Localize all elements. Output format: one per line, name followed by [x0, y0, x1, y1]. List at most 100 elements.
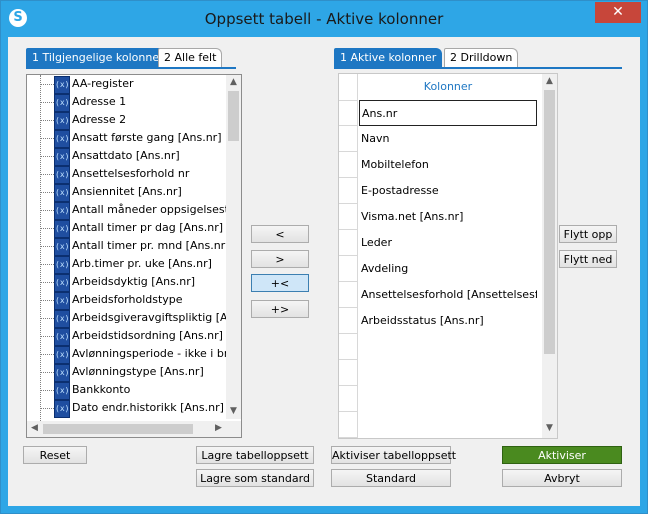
row-header[interactable]	[339, 360, 358, 386]
tree-connector	[40, 264, 54, 265]
field-type-icon: (x)	[54, 94, 70, 112]
list-item[interactable]: (x) Ansatt første gang [Ans.nr]	[27, 129, 227, 148]
list-item-label: Arbeidstidsordning [Ans.nr]	[72, 329, 223, 342]
tree-connector	[40, 84, 54, 85]
list-item[interactable]: (x) Ansattdato [Ans.nr]	[27, 147, 227, 166]
list-item-label: Avlønningsperiode - ikke i bruk [A	[72, 347, 242, 360]
title-bar[interactable]: S Oppsett tabell - Aktive kolonner ✕	[1, 1, 647, 37]
list-item[interactable]: (x) Avlønningsperiode - ikke i bruk [A	[27, 345, 241, 364]
scroll-right-icon[interactable]: ▶	[211, 421, 226, 436]
scroll-down-icon[interactable]: ▼	[226, 404, 241, 419]
tree-vertical-scrollbar[interactable]: ▲ ▼	[226, 75, 241, 419]
cancel-button[interactable]: Avbryt	[502, 469, 622, 487]
tree-connector	[40, 138, 54, 139]
list-item[interactable]: (x) Bankkonto	[27, 381, 227, 400]
move-all-right-button[interactable]: +>	[251, 300, 309, 318]
left-tabstrip: 1 Tilgjengelige kolonner 2 Alle felt	[26, 48, 246, 68]
grid-scroll-down-icon[interactable]: ▼	[542, 421, 557, 436]
hscroll-thumb[interactable]	[43, 424, 193, 434]
scroll-left-icon[interactable]: ◀	[27, 421, 42, 436]
row-header[interactable]	[339, 386, 358, 412]
list-item[interactable]: (x) Arbeidstidsordning [Ans.nr]	[27, 327, 227, 346]
table-row[interactable]: Avdeling	[359, 256, 537, 282]
table-row[interactable]: Visma.net [Ans.nr]	[359, 204, 537, 230]
row-header[interactable]	[339, 308, 358, 334]
table-row[interactable]: Ans.nr	[359, 100, 537, 126]
field-type-icon: (x)	[54, 328, 70, 346]
list-item[interactable]: (x) Adresse 2	[27, 111, 227, 130]
scroll-thumb[interactable]	[228, 91, 239, 141]
list-item[interactable]: (x) Ansiennitet [Ans.nr]	[27, 183, 227, 202]
tree-connector	[40, 174, 54, 175]
available-columns-tree[interactable]: (x) AA-register (x) Adresse 1 (x) Adresse 2 (x…	[26, 74, 242, 438]
row-header[interactable]	[339, 204, 358, 230]
list-item[interactable]: (x) Ansettelsesforhold nr	[27, 165, 227, 184]
window-title: Oppsett tabell - Aktive kolonner	[204, 10, 444, 28]
tab-drilldown[interactable]: 2 Drilldown	[444, 48, 519, 67]
list-item-label: Antall timer pr. mnd [Ans.nr]	[72, 239, 230, 252]
table-row[interactable]: Mobiltelefon	[359, 152, 537, 178]
table-row[interactable]: Navn	[359, 126, 537, 152]
move-right-button[interactable]: >	[251, 250, 309, 268]
dialog-window: S Oppsett tabell - Aktive kolonner ✕ 1 T…	[0, 0, 648, 514]
field-type-icon: (x)	[54, 274, 70, 292]
field-type-icon: (x)	[54, 364, 70, 382]
table-row[interactable]: Ansettelsesforhold [Ansettelsesfor	[359, 282, 537, 308]
move-up-button[interactable]: Flytt opp	[559, 225, 617, 243]
tab-all-fields[interactable]: 2 Alle felt	[158, 48, 223, 67]
table-row[interactable]: Leder	[359, 230, 537, 256]
row-header[interactable]	[339, 230, 358, 256]
tree-connector	[40, 120, 54, 121]
list-item[interactable]: (x) Arbeidsgiveravgiftspliktig [Ans.nr	[27, 309, 241, 328]
active-columns-grid[interactable]: Kolonner Ans.nr Navn Mobiltelefon E-postadr…	[338, 73, 558, 439]
tab-available-columns[interactable]: 1 Tilgjengelige kolonner	[26, 48, 170, 67]
list-item[interactable]: (x) Arbeidsdyktig [Ans.nr]	[27, 273, 227, 292]
scroll-up-icon[interactable]: ▲	[226, 75, 241, 90]
row-header[interactable]	[339, 152, 358, 178]
list-item[interactable]: (x) Adresse 1	[27, 93, 227, 112]
standard-button[interactable]: Standard	[331, 469, 451, 487]
move-all-left-button[interactable]: +<	[251, 274, 309, 292]
grid-scroll-up-icon[interactable]: ▲	[542, 74, 557, 89]
reset-button[interactable]: Reset	[23, 446, 87, 464]
close-button[interactable]: ✕	[595, 2, 641, 23]
move-left-button[interactable]: <	[251, 225, 309, 243]
tree-connector	[40, 192, 54, 193]
right-tabstrip: 1 Aktive kolonner 2 Drilldown	[334, 48, 554, 68]
activate-button[interactable]: Aktiviser	[502, 446, 622, 464]
table-row[interactable]: Arbeidsstatus [Ans.nr]	[359, 308, 537, 334]
field-type-icon: (x)	[54, 166, 70, 184]
row-header[interactable]	[339, 256, 358, 282]
tree-horizontal-scrollbar[interactable]: ◀ ▶	[27, 421, 241, 437]
list-item[interactable]: (x) Dato endr.historikk [Ans.nr]	[27, 399, 227, 418]
row-header[interactable]	[339, 126, 358, 152]
grid-scroll-thumb[interactable]	[544, 90, 555, 354]
list-item-label: Ansattdato [Ans.nr]	[72, 149, 180, 162]
list-item[interactable]: (x) Arbeidsforholdstype	[27, 291, 227, 310]
list-item[interactable]: (x)Antall måneder oppsigelsestid [Ans	[27, 201, 241, 220]
tab-active-columns[interactable]: 1 Aktive kolonner	[334, 48, 443, 67]
list-item[interactable]: (x) Antall timer pr dag [Ans.nr]	[27, 219, 227, 238]
list-item[interactable]: (x) Arb.timer pr. uke [Ans.nr]	[27, 255, 227, 274]
row-header[interactable]	[339, 282, 358, 308]
tree-connector	[40, 246, 54, 247]
list-item-label: Adresse 2	[72, 113, 127, 126]
field-type-icon: (x)	[54, 76, 70, 94]
activate-layout-button[interactable]: Aktiviser tabelloppsett	[331, 446, 456, 464]
tree-connector	[40, 282, 54, 283]
list-item[interactable]: (x) Antall timer pr. mnd [Ans.nr]	[27, 237, 230, 256]
list-item-label: Arbeidsdyktig [Ans.nr]	[72, 275, 196, 288]
table-row[interactable]: E-postadresse	[359, 178, 537, 204]
row-header[interactable]	[339, 412, 358, 438]
grid-vertical-scrollbar[interactable]: ▲ ▼	[542, 74, 557, 438]
dialog-body: 1 Tilgjengelige kolonner 2 Alle felt (x)…	[8, 37, 640, 506]
row-header[interactable]	[339, 334, 358, 360]
save-as-default-button[interactable]: Lagre som standard	[196, 469, 314, 487]
list-item-label: Ansettelsesforhold nr	[72, 167, 190, 180]
save-layout-button[interactable]: Lagre tabelloppsett	[196, 446, 314, 464]
move-down-button[interactable]: Flytt ned	[559, 250, 617, 268]
row-header[interactable]	[339, 100, 358, 126]
list-item[interactable]: (x) Avlønningstype [Ans.nr]	[27, 363, 227, 382]
list-item[interactable]: (x) AA-register	[27, 75, 227, 94]
row-header[interactable]	[339, 178, 358, 204]
